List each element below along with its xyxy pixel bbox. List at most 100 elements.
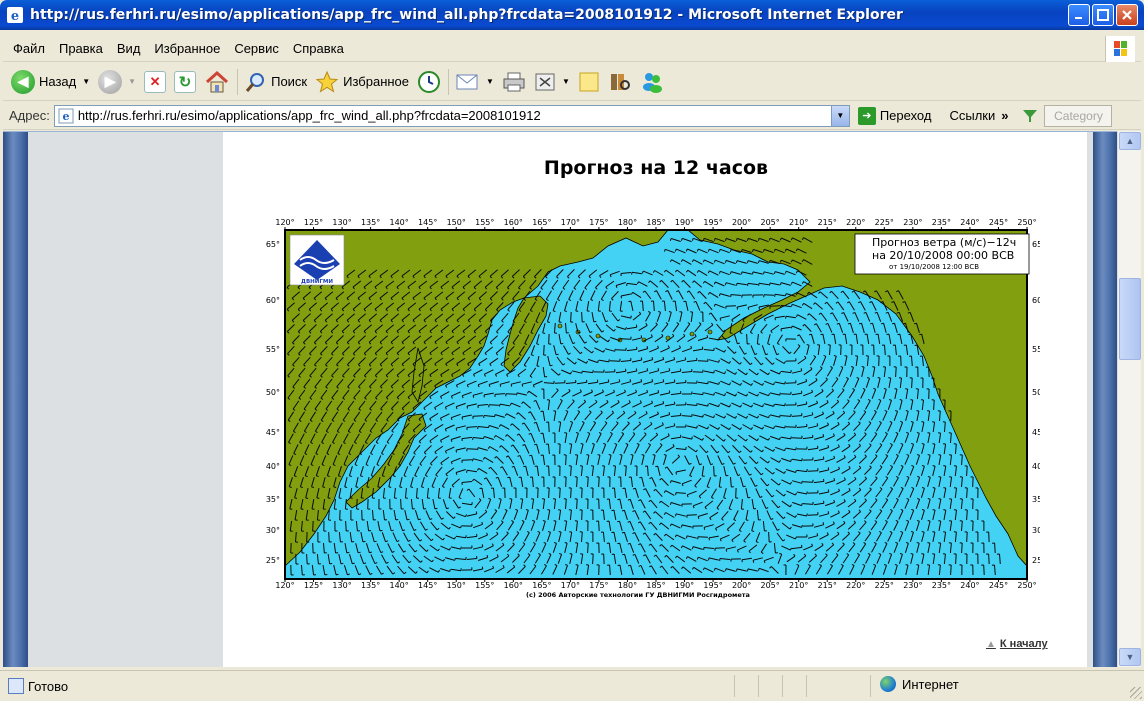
lat-label-right: 50°: [1032, 388, 1040, 397]
lon-label-bottom: 220°: [846, 581, 865, 590]
map-copyright: (c) 2006 Авторские технологии ГУ ДВНИГМИ…: [526, 591, 750, 599]
stop-button[interactable]: ✕: [140, 66, 170, 98]
menu-favorites[interactable]: Избранное: [147, 41, 227, 56]
forward-button[interactable]: ▶ ▼: [94, 66, 140, 98]
printer-icon: [503, 72, 525, 91]
minimize-icon: [1075, 17, 1082, 19]
standard-toolbar: ◀ Назад ▼ ▶ ▼ ✕ ↻ Поиск Избранное ▼ ▼: [3, 63, 1141, 101]
mail-button[interactable]: ▼: [452, 66, 498, 98]
go-button[interactable]: ➔ Переход: [857, 106, 931, 125]
favorites-button[interactable]: Избранное: [311, 66, 413, 98]
mail-dropdown-icon[interactable]: ▼: [486, 77, 494, 86]
address-input[interactable]: e http://rus.ferhri.ru/esimo/application…: [53, 104, 850, 127]
research-button[interactable]: [604, 66, 636, 98]
resize-grip-icon[interactable]: [1130, 687, 1142, 699]
lon-label-top: 125°: [304, 218, 323, 227]
back-label: Назад: [39, 74, 77, 89]
lon-label-top: 245°: [989, 218, 1008, 227]
back-to-top-label: К началу: [999, 638, 1048, 650]
lon-label-top: 215°: [818, 218, 837, 227]
search-label: Поиск: [271, 74, 308, 89]
lon-label-top: 235°: [932, 218, 951, 227]
menu-tools[interactable]: Сервис: [227, 41, 286, 56]
lon-label-top: 130°: [332, 218, 351, 227]
lon-label-bottom: 145°: [418, 581, 437, 590]
legend-valid-time: на 20/10/2008 00:00 ВСВ: [872, 249, 1014, 262]
edit-button[interactable]: ▼: [530, 66, 574, 98]
lon-label-top: 150°: [447, 218, 466, 227]
discuss-button[interactable]: [574, 66, 604, 98]
print-button[interactable]: [498, 66, 530, 98]
menu-help[interactable]: Справка: [286, 41, 351, 56]
lon-labels-bottom: 120° 125° 130° 135° 140° 145° 150° 155° 160° 165°…: [275, 581, 1036, 590]
lon-label-top: 180°: [618, 218, 637, 227]
vertical-scrollbar[interactable]: ▲ ▼: [1117, 131, 1141, 667]
edit-page-icon: [535, 73, 555, 90]
lat-label-right: 65°: [1032, 240, 1040, 249]
lon-label-top: 220°: [846, 218, 865, 227]
address-label: Адрес:: [9, 108, 50, 123]
lon-label-top: 135°: [361, 218, 380, 227]
links-button[interactable]: Ссылки: [949, 108, 995, 123]
back-button[interactable]: ◀ Назад ▼: [3, 66, 94, 98]
left-border-decoration: [3, 132, 28, 667]
lon-labels-top: 120° 125° 130° 135° 140° 145° 150° 155° 160° 165°…: [275, 218, 1036, 227]
lon-label-top: 210°: [789, 218, 808, 227]
messenger-button[interactable]: [636, 66, 668, 98]
forward-dropdown-icon[interactable]: ▼: [128, 77, 136, 86]
lon-label-bottom: 235°: [932, 581, 951, 590]
category-input[interactable]: Category: [1044, 104, 1113, 127]
lon-label-bottom: 225°: [875, 581, 894, 590]
lon-label-bottom: 195°: [703, 581, 722, 590]
lon-label-top: 205°: [761, 218, 780, 227]
scroll-up-button[interactable]: ▲: [1119, 132, 1141, 150]
menu-file[interactable]: Файл: [3, 41, 52, 56]
scroll-down-button[interactable]: ▼: [1119, 648, 1141, 666]
address-dropdown-icon[interactable]: ▼: [830, 105, 849, 126]
lon-label-top: 165°: [532, 218, 551, 227]
refresh-icon: ↻: [174, 70, 197, 93]
lon-label-bottom: 175°: [589, 581, 608, 590]
svg-text:e: e: [62, 110, 69, 123]
status-divider: [806, 675, 807, 697]
refresh-button[interactable]: ↻: [170, 66, 200, 98]
lat-label-left: 40°: [266, 462, 280, 471]
lat-label-right: 40°: [1032, 462, 1040, 471]
search-icon: [245, 72, 265, 92]
history-button[interactable]: [413, 66, 445, 98]
home-button[interactable]: [200, 66, 234, 98]
note-icon: [579, 72, 599, 91]
up-arrow-icon: ▲: [986, 638, 996, 650]
lon-label-bottom: 160°: [504, 581, 523, 590]
close-button[interactable]: [1116, 4, 1138, 26]
funnel-icon[interactable]: [1022, 108, 1038, 124]
lon-label-bottom: 185°: [646, 581, 665, 590]
minimize-button[interactable]: [1068, 4, 1090, 26]
back-arrow-icon: ◀: [11, 69, 35, 94]
svg-text:e: e: [11, 9, 19, 23]
lon-label-bottom: 215°: [818, 581, 837, 590]
lon-label-bottom: 120°: [275, 581, 294, 590]
menu-edit[interactable]: Правка: [52, 41, 110, 56]
window-title: http://rus.ferhri.ru/esimo/applications/…: [30, 7, 903, 23]
lat-label-left: 65°: [266, 240, 280, 249]
history-icon: [418, 70, 441, 93]
dvnigmi-logo: ДВНИГМИ: [289, 234, 345, 286]
legend-base-time: от 19/10/2008 12:00 ВСВ: [889, 263, 979, 271]
address-bar: Адрес: e http://rus.ferhri.ru/esimo/appl…: [3, 102, 1141, 130]
edit-dropdown-icon[interactable]: ▼: [562, 77, 570, 86]
lat-label-right: 25°: [1032, 556, 1040, 565]
search-button[interactable]: Поиск: [241, 66, 311, 98]
menu-view[interactable]: Вид: [110, 41, 148, 56]
back-dropdown-icon[interactable]: ▼: [82, 77, 90, 86]
security-zone: Интернет: [880, 676, 959, 692]
back-to-top-link[interactable]: ▲ К началу: [986, 638, 1048, 650]
status-divider: [782, 675, 783, 697]
page-status-icon: [8, 678, 24, 694]
maximize-button[interactable]: [1092, 4, 1114, 26]
lat-label-right: 35°: [1032, 495, 1040, 504]
lon-label-top: 190°: [675, 218, 694, 227]
ie-icon: e: [7, 7, 23, 23]
chevron-right-icon[interactable]: »: [1001, 108, 1008, 123]
scroll-thumb[interactable]: [1119, 278, 1141, 360]
